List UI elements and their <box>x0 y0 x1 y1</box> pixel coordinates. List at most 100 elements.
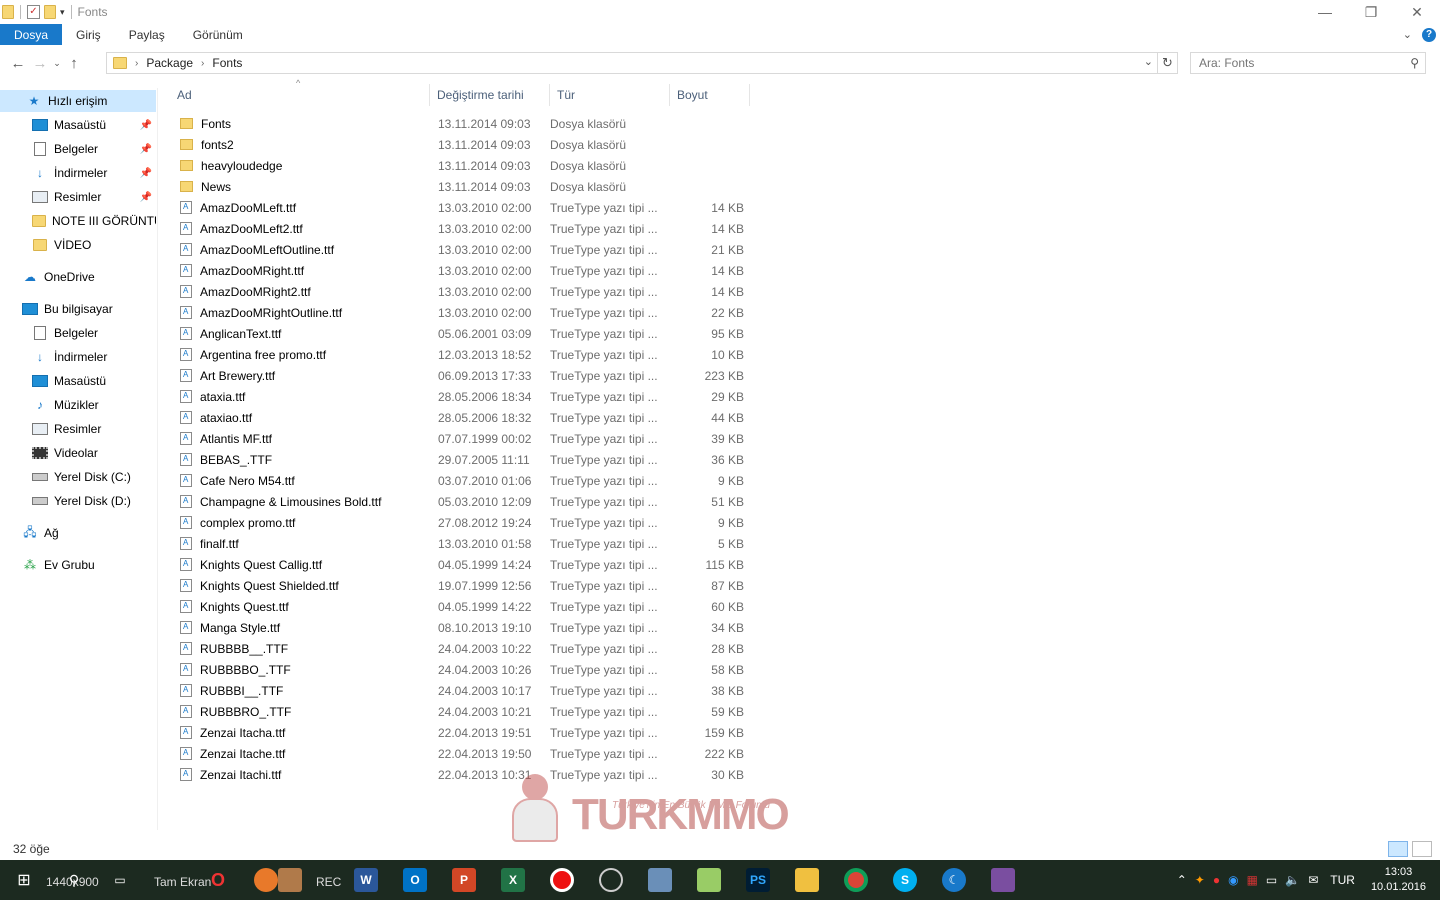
file-row[interactable]: Knights Quest Callig.ttf 04.05.1999 14:24… <box>170 554 770 575</box>
file-row[interactable]: RUBBBI__.TTF 24.04.2003 10:17 TrueType yaz… <box>170 680 770 701</box>
monitor-icon[interactable]: ▭ <box>1266 873 1277 887</box>
breadcrumb-separator-icon[interactable]: › <box>135 58 138 69</box>
pin-icon[interactable]: 📌 <box>140 168 152 179</box>
file-row[interactable]: Art Brewery.ttf 06.09.2013 17:33 TrueType … <box>170 365 770 386</box>
moon-app-icon[interactable]: ☾ <box>942 868 966 892</box>
notepad-icon[interactable] <box>697 868 721 892</box>
nav-downloads[interactable]: ↓ İndirmeler 📌 <box>0 162 156 184</box>
camera-icon[interactable] <box>278 868 302 892</box>
address-bar[interactable]: › Package › Fonts ⌄ <box>106 52 1158 74</box>
new-folder-icon[interactable] <box>44 5 56 19</box>
nav-pc-downloads[interactable]: ↓ İndirmeler <box>0 346 156 368</box>
file-row[interactable]: Fonts 13.11.2014 09:03 Dosya klasörü <box>170 113 770 134</box>
file-row[interactable]: News 13.11.2014 09:03 Dosya klasörü <box>170 176 770 197</box>
chevron-up-icon[interactable]: ⌃ <box>1177 873 1187 887</box>
task-view-icon[interactable]: ▭ <box>108 868 132 892</box>
chrome-icon[interactable] <box>844 868 868 892</box>
column-header-type[interactable]: Tür <box>550 84 670 106</box>
breadcrumb-fonts[interactable]: Fonts <box>212 56 242 70</box>
file-row[interactable]: Zenzai Itache.ttf 22.04.2013 19:50 TrueTyp… <box>170 743 770 764</box>
start-icon[interactable]: ⊞ <box>0 860 48 900</box>
nav-desktop[interactable]: Masaüstü 📌 <box>0 114 156 136</box>
column-header-size[interactable]: Boyut <box>670 84 750 106</box>
winrar-icon[interactable] <box>991 868 1015 892</box>
file-row[interactable]: AmazDooMRightOutline.ttf 13.03.2010 02:00… <box>170 302 770 323</box>
skype-icon[interactable]: S <box>893 868 917 892</box>
record-icon[interactable] <box>550 868 574 892</box>
recent-locations-icon[interactable]: ⌄ <box>51 51 63 75</box>
shield-icon[interactable]: ● <box>1213 873 1220 887</box>
breadcrumb-package[interactable]: Package <box>146 56 193 70</box>
up-icon[interactable]: ↑ <box>63 51 85 75</box>
sync-icon[interactable]: ◉ <box>1228 873 1238 887</box>
large-icons-view-icon[interactable] <box>1412 841 1432 857</box>
close-icon[interactable]: ✕ <box>1394 0 1440 24</box>
file-row[interactable]: AmazDooMRight2.ttf 13.03.2010 02:00 TrueTy… <box>170 281 770 302</box>
search-input[interactable] <box>1199 56 1399 70</box>
file-row[interactable]: finalf.ttf 13.03.2010 01:58 TrueType yazı … <box>170 533 770 554</box>
help-icon[interactable]: ? <box>1422 27 1436 42</box>
pin-icon[interactable]: 📌 <box>140 120 152 131</box>
search-icon[interactable]: ⚲ <box>62 868 86 892</box>
file-row[interactable]: AmazDooMLeftOutline.ttf 13.03.2010 02:00 T… <box>170 239 770 260</box>
opera-icon[interactable]: O <box>206 868 230 892</box>
details-view-icon[interactable] <box>1388 841 1408 857</box>
file-row[interactable]: ataxiao.ttf 28.05.2006 18:32 TrueType yazı… <box>170 407 770 428</box>
nav-pc-documents[interactable]: Belgeler <box>0 322 156 344</box>
firefox-icon[interactable] <box>254 868 278 892</box>
file-row[interactable]: BEBAS_.TTF 29.07.2005 11:11 TrueType yazı … <box>170 449 770 470</box>
file-row[interactable]: AnglicanText.ttf 05.06.2001 03:09 TrueType… <box>170 323 770 344</box>
file-row[interactable]: complex promo.ttf 27.08.2012 19:24 TrueTyp… <box>170 512 770 533</box>
file-row[interactable]: RUBBBRO_.TTF 24.04.2003 10:21 TrueType yaz… <box>170 701 770 722</box>
qat-dropdown-icon[interactable]: ▾ <box>60 7 65 18</box>
file-row[interactable]: RUBBBB__.TTF 24.04.2003 10:22 TrueType yaz… <box>170 638 770 659</box>
tab-giris[interactable]: Giriş <box>62 24 115 45</box>
clock[interactable]: 13:03 10.01.2016 <box>1371 865 1426 895</box>
minimize-icon[interactable]: — <box>1302 0 1348 24</box>
file-row[interactable]: ataxia.ttf 28.05.2006 18:34 TrueType yazı … <box>170 386 770 407</box>
outlook-icon[interactable]: O <box>403 868 427 892</box>
file-row[interactable]: Zenzai Itacha.ttf 22.04.2013 19:51 TrueTyp… <box>170 722 770 743</box>
file-row[interactable]: Atlantis MF.ttf 07.07.1999 00:02 TrueType … <box>170 428 770 449</box>
pinwheel-icon[interactable]: ✦ <box>1195 873 1205 887</box>
photoshop-icon[interactable]: PS <box>746 868 770 892</box>
refresh-icon[interactable]: ↻ <box>1158 52 1178 74</box>
expand-ribbon-icon[interactable]: ⌄ <box>1403 28 1412 41</box>
nav-pc-videos[interactable]: Videolar <box>0 442 156 464</box>
nav-disk-c[interactable]: Yerel Disk (C:) <box>0 466 156 488</box>
file-row[interactable]: Champagne & Limousines Bold.ttf 05.03.201… <box>170 491 770 512</box>
file-row[interactable]: AmazDooMLeft.ttf 13.03.2010 02:00 TrueType… <box>170 197 770 218</box>
nav-this-pc[interactable]: Bu bilgisayar <box>0 298 156 320</box>
nav-disk-d[interactable]: Yerel Disk (D:) <box>0 490 156 512</box>
nav-pictures[interactable]: Resimler 📌 <box>0 186 156 208</box>
address-dropdown-icon[interactable]: ⌄ <box>1144 55 1153 68</box>
pin-icon[interactable]: 📌 <box>140 144 152 155</box>
file-row[interactable]: AmazDooMRight.ttf 13.03.2010 02:00 TrueTyp… <box>170 260 770 281</box>
file-explorer-icon[interactable] <box>795 868 819 892</box>
nav-documents[interactable]: Belgeler 📌 <box>0 138 156 160</box>
back-icon[interactable]: ← <box>7 51 29 75</box>
nav-pc-music[interactable]: ♪ Müzikler <box>0 394 156 416</box>
tab-gorunum[interactable]: Görünüm <box>179 24 257 45</box>
excel-icon[interactable]: X <box>501 868 525 892</box>
nav-pc-desktop[interactable]: Masaüstü <box>0 370 156 392</box>
nav-homegroup[interactable]: ⁂ Ev Grubu <box>0 554 156 576</box>
column-header-date[interactable]: Değiştirme tarihi <box>430 84 550 106</box>
volume-icon[interactable]: 🔈 <box>1285 873 1300 887</box>
pin-icon[interactable]: 📌 <box>140 192 152 203</box>
search-icon[interactable]: ⚲ <box>1410 56 1419 70</box>
file-row[interactable]: Argentina free promo.ttf 12.03.2013 18:52… <box>170 344 770 365</box>
file-row[interactable]: Knights Quest Shielded.ttf 19.07.1999 12:… <box>170 575 770 596</box>
tab-paylas[interactable]: Paylaş <box>115 24 179 45</box>
powerpoint-icon[interactable]: P <box>452 868 476 892</box>
nav-onedrive[interactable]: ☁ OneDrive <box>0 266 156 288</box>
nav-note3[interactable]: NOTE III GÖRÜNTÜ <box>0 210 156 232</box>
word-icon[interactable]: W <box>354 868 378 892</box>
computer-icon[interactable] <box>648 868 672 892</box>
file-row[interactable]: Knights Quest.ttf 04.05.1999 14:22 TrueTyp… <box>170 596 770 617</box>
message-icon[interactable]: ✉ <box>1308 873 1318 887</box>
file-row[interactable]: Manga Style.ttf 08.10.2013 19:10 TrueType … <box>170 617 770 638</box>
file-row[interactable]: fonts2 13.11.2014 09:03 Dosya klasörü <box>170 134 770 155</box>
media-player-icon[interactable] <box>599 868 623 892</box>
calendar-icon[interactable]: ▦ <box>1247 873 1258 887</box>
